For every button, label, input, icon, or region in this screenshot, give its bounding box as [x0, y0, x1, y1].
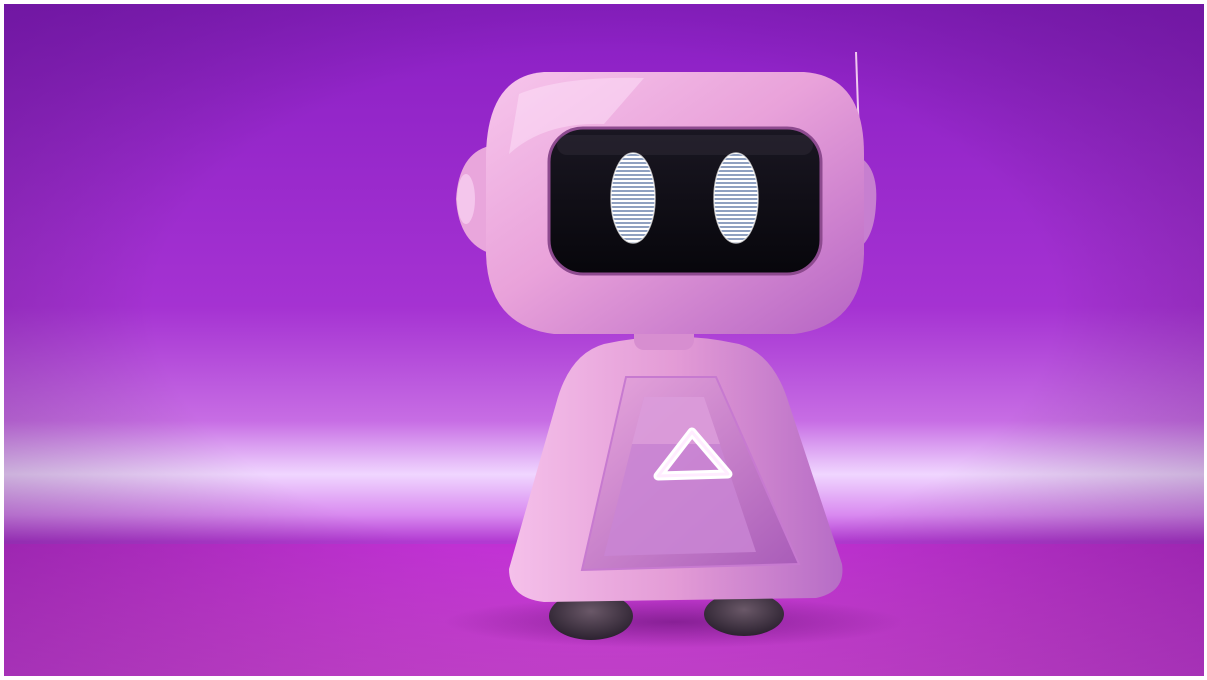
robot-shadow — [444, 596, 904, 648]
robot-photo — [4, 4, 1204, 676]
photo-frame — [4, 4, 1204, 676]
